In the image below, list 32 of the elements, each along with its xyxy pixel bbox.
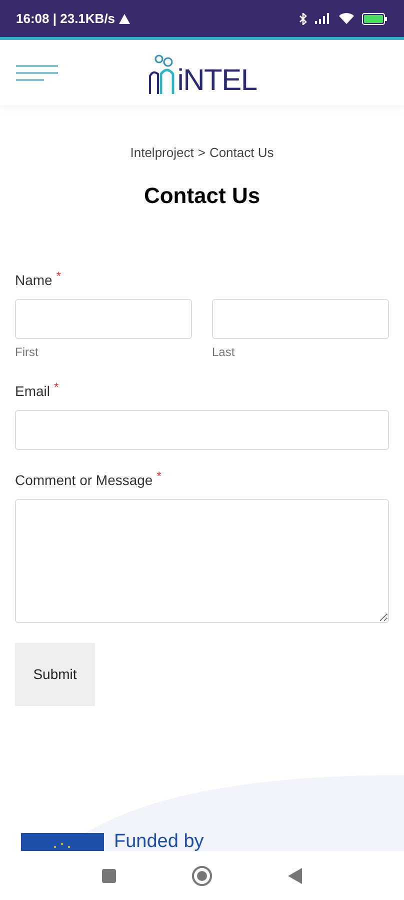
input-field[interactable]	[15, 298, 192, 338]
recents-button[interactable]	[102, 868, 116, 882]
status-time: 16:08 | 23.1KB/s	[16, 10, 116, 28]
required-mark: *	[54, 380, 59, 392]
breadcrumb-separator: >	[198, 144, 206, 162]
field-sublabel: Last	[212, 344, 236, 360]
input-field[interactable]	[212, 298, 389, 338]
bluetooth-icon	[299, 12, 307, 24]
field-label: Comment or Message	[15, 470, 153, 490]
page-title: Contact Us	[142, 182, 262, 210]
eu-flag-icon	[21, 833, 104, 851]
back-button[interactable]	[288, 868, 302, 884]
funded-text: Funded by	[114, 832, 204, 851]
field-label: Name	[15, 270, 52, 290]
field-label: Email	[15, 382, 50, 400]
breadcrumb-current: Contact Us	[209, 144, 274, 162]
home-button[interactable]	[192, 866, 212, 886]
message-field[interactable]	[15, 498, 389, 622]
logo-text: iNTEL	[177, 66, 257, 96]
menu-button[interactable]	[16, 64, 58, 82]
required-mark: *	[56, 270, 62, 282]
field-sublabel: First	[15, 344, 40, 360]
signal-icon	[315, 13, 331, 24]
back-icon	[288, 868, 302, 884]
menu-icon	[16, 64, 58, 82]
warning-icon	[119, 14, 130, 24]
battery-icon	[362, 12, 388, 24]
submit-button[interactable]: Submit	[15, 642, 95, 706]
wifi-icon	[339, 13, 354, 24]
breadcrumb-link[interactable]: Intelproject	[130, 143, 194, 162]
input-field[interactable]	[15, 410, 389, 450]
required-mark: *	[156, 470, 162, 482]
